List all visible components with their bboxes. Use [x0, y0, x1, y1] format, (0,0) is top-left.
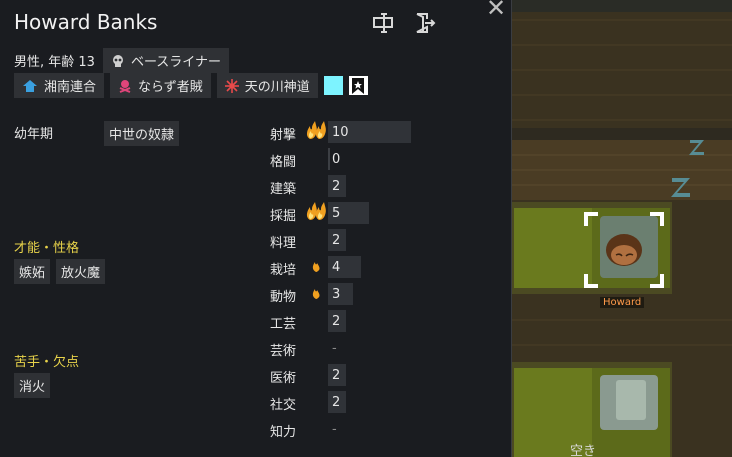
- xenotype-label: ベースライナー: [130, 55, 222, 70]
- skill-name: 医術: [270, 371, 297, 386]
- rename-icon[interactable]: [372, 12, 394, 34]
- bookmark-star-icon[interactable]: [348, 76, 368, 95]
- pirate-icon: [119, 79, 131, 93]
- minor-passion-icon: [311, 258, 321, 277]
- skull-icon: [112, 54, 123, 67]
- world-scene: [512, 0, 732, 457]
- trait-item[interactable]: 放火魔: [56, 259, 106, 284]
- major-passion-icon: [305, 120, 327, 144]
- pawn-info: 男性, 年齢 13: [14, 55, 95, 70]
- incapable-heading: 苦手・欠点: [14, 355, 80, 370]
- trait-item[interactable]: 嫉妬: [14, 259, 51, 284]
- pawn-name[interactable]: Howard Banks: [14, 10, 157, 34]
- childhood-backstory[interactable]: 中世の奴隷: [104, 121, 180, 146]
- skill-name: 格闘: [270, 155, 297, 170]
- religion-label: 天の川神道: [244, 80, 310, 95]
- xenotype-chip[interactable]: ベースライナー: [102, 48, 230, 73]
- skill-name: 射撃: [270, 128, 297, 143]
- skill-level: 3: [332, 287, 341, 302]
- skill-name: 知力: [270, 425, 297, 440]
- skill-name: 芸術: [270, 344, 297, 359]
- faction-chip[interactable]: ならず者賊: [110, 73, 211, 98]
- religion-chip[interactable]: 天の川神道: [216, 73, 318, 98]
- skill-level: 0: [332, 152, 341, 167]
- ideo-chip[interactable]: 湘南連合: [14, 73, 105, 98]
- starburst-icon: [224, 78, 239, 93]
- skill-name: 栽培: [270, 263, 297, 278]
- incapable-item[interactable]: 消火: [14, 373, 51, 398]
- skill-level: -: [332, 422, 337, 437]
- banish-icon[interactable]: [414, 12, 436, 34]
- traits-heading: 才能・性格: [14, 241, 80, 256]
- skill-level: 4: [332, 260, 341, 275]
- skill-level: 2: [332, 368, 341, 383]
- skill-level: 2: [332, 233, 341, 248]
- character-panel: Howard Banks ✕ 男性, 年齢 13 ベースライナー 湘南連合 なら…: [0, 0, 512, 457]
- favorite-color-swatch[interactable]: [323, 76, 343, 95]
- skill-level: 2: [332, 395, 341, 410]
- skill-level: 10: [332, 125, 349, 140]
- skill-name: 採掘: [270, 209, 297, 224]
- skill-name: 工芸: [270, 317, 297, 332]
- bed-owner-label: 空き: [570, 444, 597, 457]
- minor-passion-icon: [311, 285, 321, 304]
- skill-level: -: [332, 341, 337, 356]
- faction-label: ならず者賊: [138, 80, 203, 95]
- close-icon[interactable]: ✕: [486, 0, 506, 22]
- skill-name: 動物: [270, 290, 297, 305]
- skill-level: 5: [332, 206, 341, 221]
- house-icon: [23, 79, 37, 92]
- skill-name: 社交: [270, 398, 297, 413]
- skill-name: 建築: [270, 182, 297, 197]
- skill-bar[interactable]: [328, 148, 330, 170]
- pawn-world-label[interactable]: Howard: [600, 297, 645, 308]
- skill-name: 料理: [270, 236, 297, 251]
- skill-level: 2: [332, 314, 341, 329]
- world-view[interactable]: Howard 空き: [512, 0, 732, 457]
- skill-level: 2: [332, 179, 341, 194]
- childhood-label: 幼年期: [14, 127, 54, 142]
- ideo-label: 湘南連合: [44, 80, 97, 95]
- major-passion-icon: [305, 201, 327, 225]
